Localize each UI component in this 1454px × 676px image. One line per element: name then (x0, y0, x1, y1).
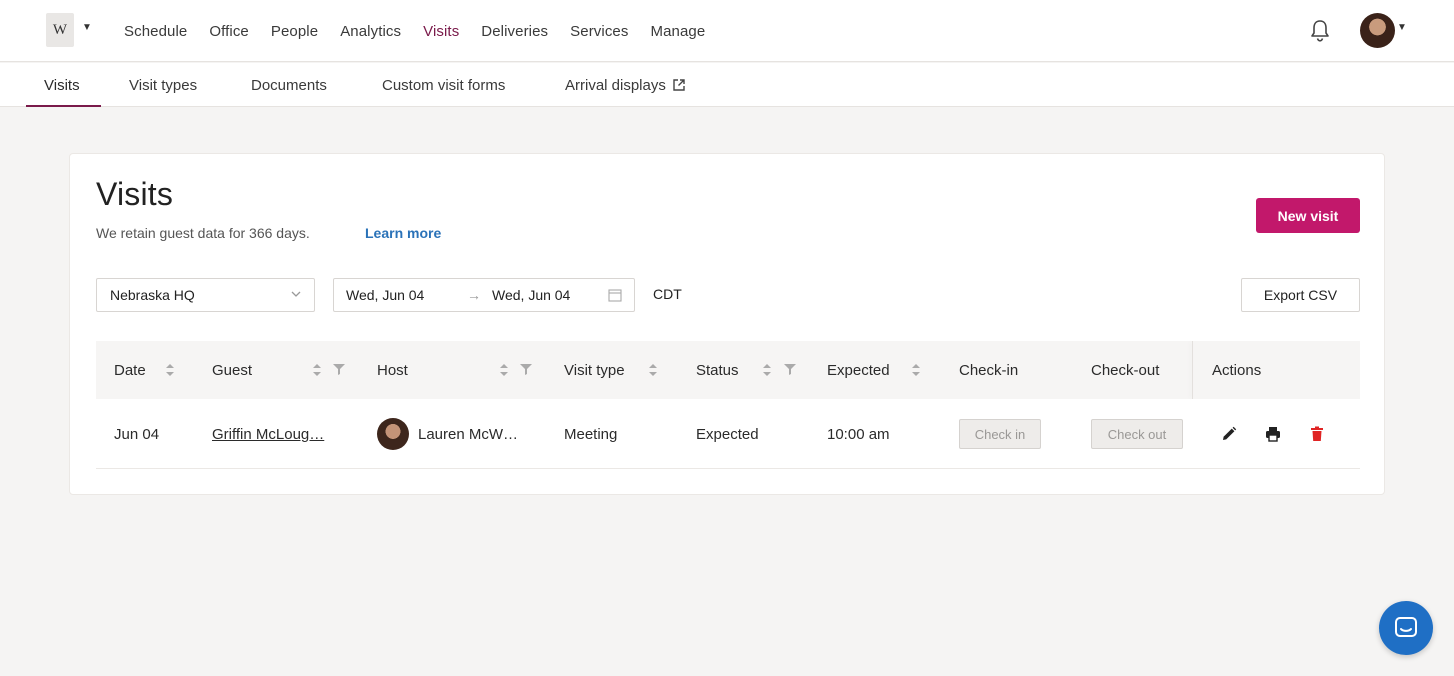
table-header: Date Guest Host Visit type Status Expect… (96, 341, 1360, 399)
workspace-switcher-chevron-icon[interactable]: ▼ (82, 22, 92, 33)
external-link-icon (673, 79, 685, 91)
host-name: Lauren McW… (418, 425, 519, 443)
nav-deliveries[interactable]: Deliveries (481, 23, 548, 40)
check-in-button[interactable]: Check in (959, 419, 1041, 449)
edit-pencil-icon[interactable] (1220, 425, 1238, 443)
export-csv-button[interactable]: Export CSV (1241, 278, 1360, 312)
support-chat-button[interactable] (1379, 601, 1433, 655)
column-check-out: Check-out (1091, 361, 1160, 379)
column-check-in: Check-in (959, 361, 1019, 379)
nav-analytics[interactable]: Analytics (340, 23, 401, 40)
actions-column-divider (1192, 341, 1193, 399)
delete-trash-icon[interactable] (1308, 425, 1326, 443)
new-visit-button[interactable]: New visit (1256, 198, 1360, 233)
page-title: Visits (96, 176, 174, 212)
visits-card: Visits We retain guest data for 366 days… (69, 153, 1385, 495)
tab-visit-types[interactable]: Visit types (129, 63, 197, 107)
column-guest[interactable]: Guest (212, 341, 252, 399)
location-select[interactable]: Nebraska HQ (96, 278, 315, 312)
cell-guest[interactable]: Griffin McLoug… (212, 399, 324, 469)
sort-icon[interactable] (911, 362, 921, 378)
calendar-icon (608, 289, 622, 302)
date-range-picker[interactable]: Wed, Jun 04 → Wed, Jun 04 (333, 278, 635, 312)
guest-name-link[interactable]: Griffin McLoug… (212, 426, 324, 443)
nav-people[interactable]: People (271, 23, 318, 40)
top-navigation: W ▼ Schedule Office People Analytics Vis… (0, 0, 1454, 62)
learn-more-link[interactable]: Learn more (365, 225, 441, 241)
filter-icon[interactable] (520, 364, 532, 375)
cell-expected: 10:00 am (827, 425, 890, 443)
nav-services[interactable]: Services (570, 23, 628, 40)
tab-documents[interactable]: Documents (251, 63, 327, 107)
table-row: Jun 04 Griffin McLoug… Lauren McW… Meeti… (96, 399, 1360, 469)
nav-office[interactable]: Office (209, 23, 249, 40)
tab-arrival-displays[interactable]: Arrival displays (565, 63, 686, 107)
column-actions: Actions (1212, 361, 1262, 379)
main-nav: Schedule Office People Analytics Visits … (124, 0, 727, 62)
tab-visits[interactable]: Visits (44, 63, 80, 107)
workspace-logo[interactable]: W (46, 13, 74, 47)
chat-icon (1395, 617, 1417, 637)
date-to[interactable]: Wed, Jun 04 (492, 287, 570, 303)
sort-icon[interactable] (499, 362, 509, 378)
column-status[interactable]: Status (696, 341, 739, 399)
host-avatar (377, 418, 409, 450)
location-select-value: Nebraska HQ (110, 287, 195, 303)
user-avatar[interactable] (1360, 13, 1395, 48)
cell-status: Expected (696, 425, 759, 443)
nav-visits[interactable]: Visits (423, 23, 459, 40)
column-host[interactable]: Host (377, 341, 408, 399)
timezone-label: CDT (653, 286, 682, 302)
sort-icon[interactable] (165, 362, 175, 378)
nav-schedule[interactable]: Schedule (124, 23, 187, 40)
tab-custom-visit-forms[interactable]: Custom visit forms (382, 63, 505, 107)
check-out-button[interactable]: Check out (1091, 419, 1183, 449)
date-range-arrow: → (467, 287, 481, 303)
nav-manage[interactable]: Manage (650, 23, 705, 40)
notifications-bell-icon[interactable] (1308, 18, 1332, 44)
filter-icon[interactable] (784, 364, 796, 375)
date-from[interactable]: Wed, Jun 04 (346, 287, 424, 303)
sort-icon[interactable] (762, 362, 772, 378)
column-visit-type[interactable]: Visit type (564, 341, 625, 399)
column-expected[interactable]: Expected (827, 341, 890, 399)
filter-icon[interactable] (333, 364, 345, 375)
print-icon[interactable] (1264, 425, 1282, 443)
column-date[interactable]: Date (114, 341, 146, 399)
sort-icon[interactable] (648, 362, 658, 378)
user-menu-chevron-icon[interactable]: ▼ (1397, 22, 1407, 33)
chevron-down-icon (291, 291, 301, 297)
sub-navigation: Visits Visit types Documents Custom visi… (0, 63, 1454, 107)
cell-visit-type: Meeting (564, 425, 618, 443)
active-tab-indicator (26, 105, 101, 107)
retention-notice: We retain guest data for 366 days. (96, 225, 310, 241)
cell-date: Jun 04 (114, 425, 160, 443)
tab-arrival-displays-label: Arrival displays (565, 76, 666, 94)
sort-icon[interactable] (312, 362, 322, 378)
cell-host: Lauren McW… (377, 399, 518, 469)
